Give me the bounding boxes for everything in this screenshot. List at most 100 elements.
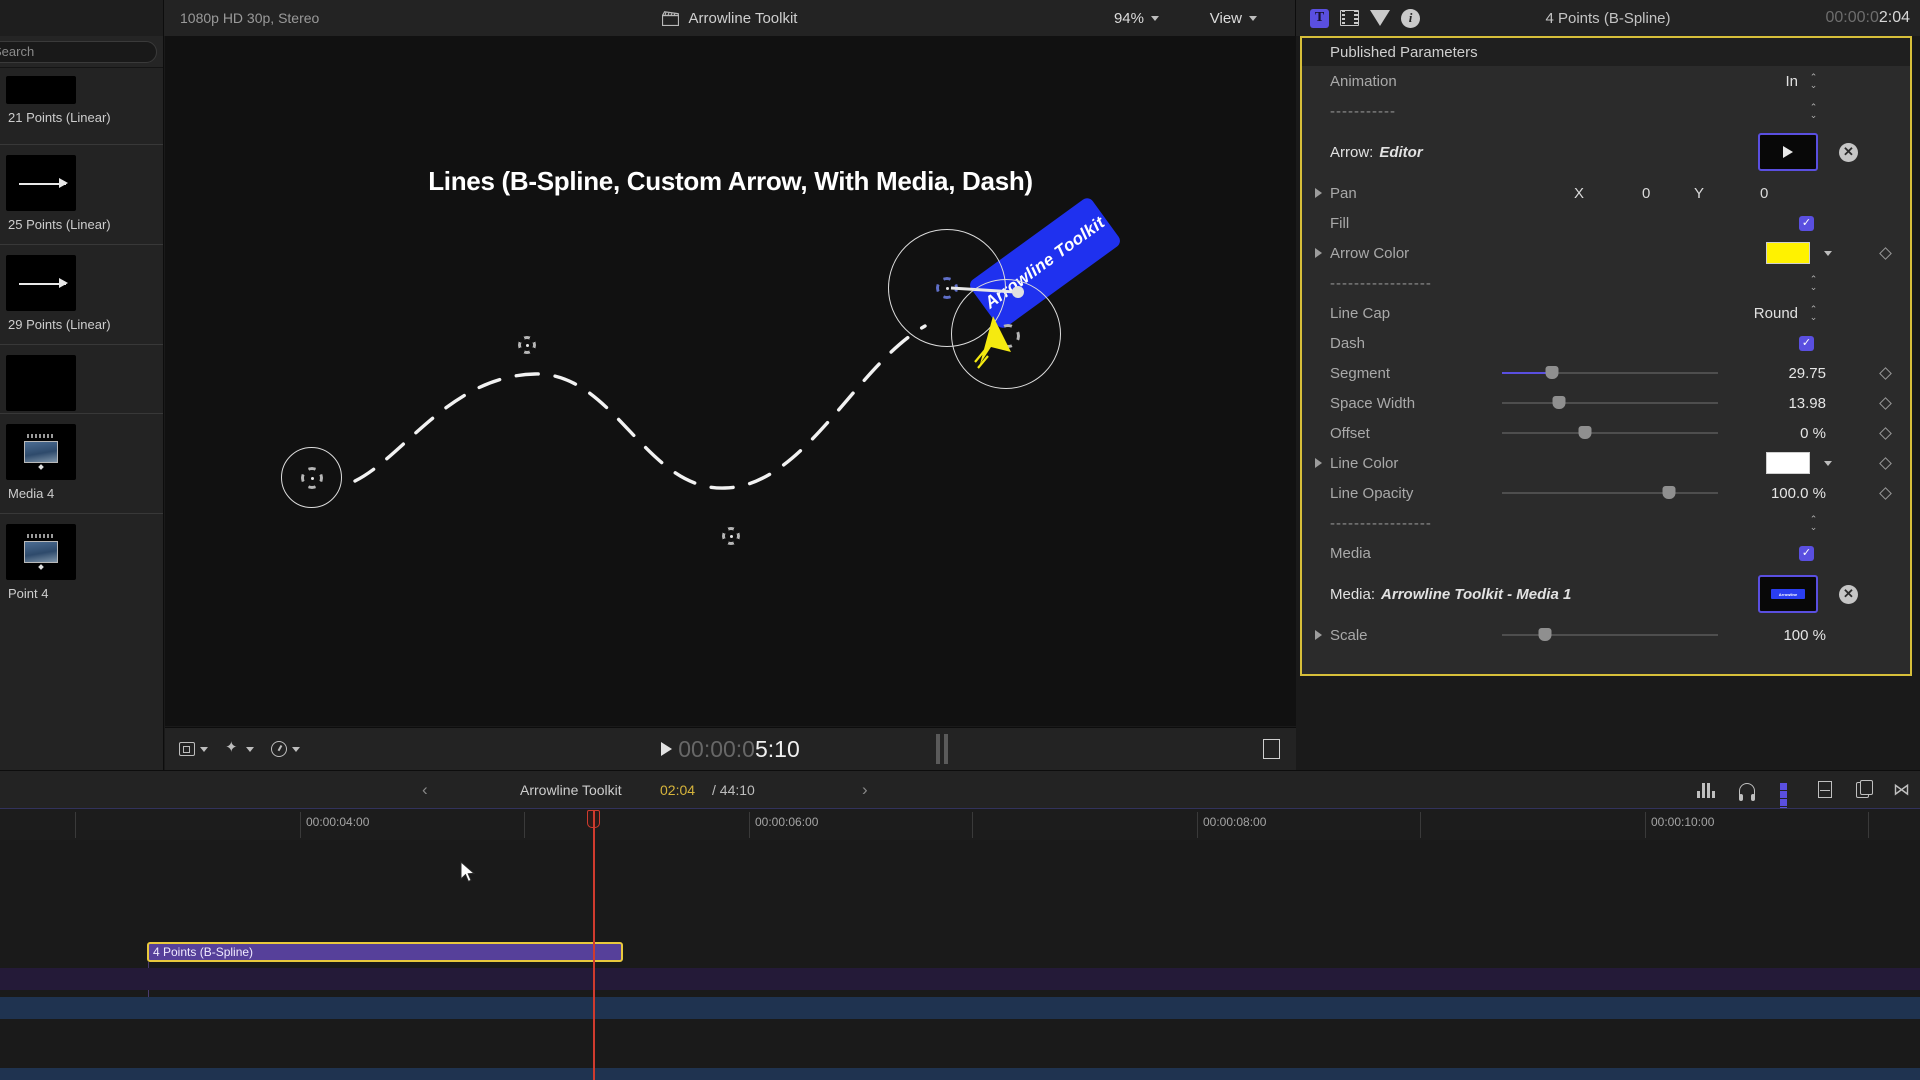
- slider-knob[interactable]: [1578, 426, 1592, 439]
- space-width-slider[interactable]: [1502, 396, 1718, 409]
- color-grid-icon[interactable]: [1779, 782, 1794, 814]
- close-panel-icon[interactable]: ⋈: [1893, 780, 1910, 800]
- inspector-timecode-dim: 00:00:0: [1825, 9, 1879, 26]
- storyline-lane-audio[interactable]: [0, 1068, 1920, 1080]
- param-row-fill[interactable]: Fill ✓: [1302, 208, 1910, 238]
- disclosure-triangle-icon[interactable]: [1315, 188, 1322, 198]
- param-value[interactable]: 100 %: [1716, 627, 1826, 644]
- keyframe-diamond-icon[interactable]: [1879, 366, 1892, 380]
- param-row-animation[interactable]: Animation In ⌃ ⌄: [1302, 66, 1910, 96]
- timeline-clip[interactable]: 4 Points (B-Spline): [147, 942, 623, 962]
- media-drop-well[interactable]: Arrowline: [1758, 575, 1818, 613]
- filmstrip-icon[interactable]: [1818, 781, 1832, 798]
- asset-row: Point 4: [0, 518, 163, 611]
- param-row-line-opacity[interactable]: Line Opacity 100.0 %: [1302, 478, 1910, 508]
- audio-meters-icon[interactable]: [1697, 782, 1715, 798]
- chevron-down-icon[interactable]: [1824, 460, 1832, 466]
- clear-media-button[interactable]: ✕: [1839, 584, 1858, 604]
- pan-x-value[interactable]: 0: [1642, 185, 1650, 202]
- segment-slider[interactable]: [1502, 366, 1718, 379]
- inspector-tab-bar: T i: [1310, 8, 1420, 28]
- param-row-offset[interactable]: Offset 0 %: [1302, 418, 1910, 448]
- stepper-icon[interactable]: ⌃ ⌄: [1809, 305, 1818, 322]
- storyline-lane-title[interactable]: [0, 968, 1920, 990]
- list-item[interactable]: Point 4: [0, 518, 82, 611]
- scale-slider[interactable]: [1502, 628, 1718, 641]
- index-icon[interactable]: [1856, 779, 1873, 798]
- color-tab-icon[interactable]: [1370, 10, 1390, 26]
- keyframe-diamond-icon[interactable]: [1879, 426, 1892, 440]
- retime-menu-button[interactable]: [271, 741, 300, 757]
- slider-knob[interactable]: [1662, 486, 1676, 499]
- line-color-swatch[interactable]: [1766, 452, 1810, 474]
- arrow-color-swatch[interactable]: [1766, 242, 1810, 264]
- media-browser[interactable]: Search 21 Points (Linear): [0, 36, 164, 770]
- param-row-line-color[interactable]: Line Color: [1302, 448, 1910, 478]
- param-value[interactable]: 29.75: [1716, 365, 1826, 382]
- arrow-drop-well[interactable]: [1758, 133, 1818, 171]
- param-label: Dash: [1330, 334, 1366, 352]
- headphones-icon[interactable]: [1739, 783, 1755, 801]
- list-item[interactable]: 21 Points (Linear): [0, 70, 111, 142]
- keyframe-diamond-icon[interactable]: [1879, 396, 1892, 410]
- text-tab-icon[interactable]: T: [1310, 8, 1329, 28]
- video-tab-icon[interactable]: [1340, 10, 1359, 26]
- disclosure-triangle-icon[interactable]: [1315, 248, 1322, 258]
- param-row-arrow-color[interactable]: Arrow Color: [1302, 238, 1910, 268]
- list-item[interactable]: 29 Points (Linear): [0, 249, 111, 342]
- param-row-arrow-editor[interactable]: Arrow: Editor ✕: [1302, 126, 1910, 178]
- list-item[interactable]: [0, 349, 82, 411]
- search-input[interactable]: Search: [0, 40, 157, 63]
- media-checkbox[interactable]: ✓: [1799, 545, 1814, 561]
- crop-menu-button[interactable]: [179, 742, 208, 756]
- param-row-space-width[interactable]: Space Width 13.98: [1302, 388, 1910, 418]
- param-value[interactable]: 0 %: [1716, 425, 1826, 442]
- offset-slider[interactable]: [1502, 426, 1718, 439]
- info-tab-icon[interactable]: i: [1401, 8, 1420, 28]
- fullscreen-icon[interactable]: [1263, 739, 1280, 759]
- param-row-media[interactable]: Media ✓: [1302, 538, 1910, 568]
- timeline-body[interactable]: 4 Points (B-Spline): [0, 840, 1920, 1080]
- list-item[interactable]: Media 4: [0, 418, 82, 511]
- slider-knob[interactable]: [1552, 396, 1566, 409]
- asset-thumbnail: [6, 355, 76, 411]
- stepper-icon[interactable]: ⌃ ⌄: [1809, 515, 1818, 532]
- view-menu[interactable]: View: [1210, 10, 1257, 27]
- stepper-icon[interactable]: ⌃ ⌄: [1809, 275, 1818, 292]
- list-item[interactable]: 25 Points (Linear): [0, 149, 111, 242]
- asset-thumbnail: [6, 424, 76, 480]
- stepper-icon[interactable]: ⌃ ⌄: [1809, 103, 1818, 120]
- keyframe-diamond-icon[interactable]: [1879, 456, 1892, 470]
- param-row-scale[interactable]: Scale 100 %: [1302, 620, 1910, 650]
- param-row-segment[interactable]: Segment 29.75: [1302, 358, 1910, 388]
- clear-arrow-button[interactable]: ✕: [1839, 142, 1858, 162]
- timeline-nav-prev[interactable]: ‹: [422, 780, 428, 800]
- enhancements-menu-button[interactable]: [225, 738, 254, 757]
- inspector-panel[interactable]: Published Parameters Animation In ⌃ ⌄ ---…: [1300, 36, 1912, 676]
- line-opacity-slider[interactable]: [1502, 486, 1718, 499]
- param-value[interactable]: 13.98: [1716, 395, 1826, 412]
- param-row-pan[interactable]: Pan X 0 Y 0: [1302, 178, 1910, 208]
- timeline-nav-next[interactable]: ›: [862, 780, 868, 800]
- fill-checkbox[interactable]: ✓: [1799, 215, 1814, 231]
- param-value[interactable]: 100.0 %: [1716, 485, 1826, 502]
- slider-knob[interactable]: [1538, 628, 1552, 641]
- param-row-line-cap[interactable]: Line Cap Round ⌃ ⌄: [1302, 298, 1910, 328]
- param-label: Media:: [1330, 585, 1376, 603]
- disclosure-triangle-icon[interactable]: [1315, 630, 1322, 640]
- slider-knob[interactable]: [1545, 366, 1559, 379]
- dash-checkbox[interactable]: ✓: [1799, 335, 1814, 351]
- disclosure-triangle-icon[interactable]: [1315, 458, 1322, 468]
- pan-y-value[interactable]: 0: [1760, 185, 1768, 202]
- timeline-ruler[interactable]: 00:00:04:00 00:00:06:00 00:00:08:00 00:0…: [0, 808, 1920, 840]
- param-row-dash[interactable]: Dash ✓: [1302, 328, 1910, 358]
- param-row-media-well[interactable]: Media: Arrowline Toolkit - Media 1 Arrow…: [1302, 568, 1910, 620]
- keyframe-diamond-icon[interactable]: [1879, 246, 1892, 260]
- storyline-lane-video[interactable]: [0, 997, 1920, 1019]
- zoom-level-menu[interactable]: 94%: [1114, 10, 1159, 27]
- viewer-canvas[interactable]: Lines (B-Spline, Custom Arrow, With Medi…: [165, 36, 1296, 726]
- chevron-down-icon[interactable]: [1824, 250, 1832, 256]
- playhead[interactable]: [593, 810, 595, 1080]
- stepper-icon[interactable]: ⌃ ⌄: [1809, 73, 1818, 90]
- keyframe-diamond-icon[interactable]: [1879, 486, 1892, 500]
